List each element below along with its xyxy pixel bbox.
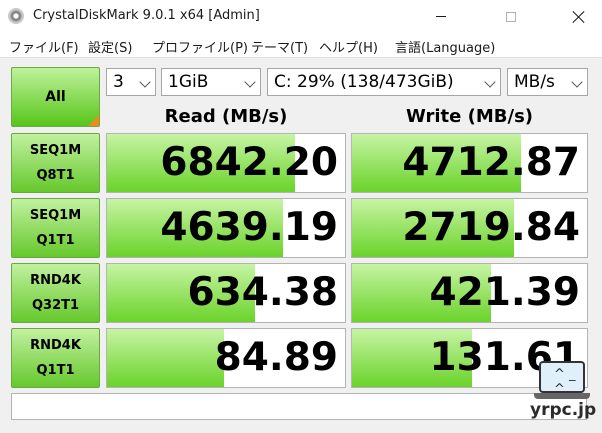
test-label-line1: RND4K bbox=[30, 273, 81, 288]
read-result-seq1m-q1t1: 4639.19 bbox=[106, 198, 346, 258]
test-button-rnd4k-q1t1[interactable]: RND4K Q1T1 bbox=[11, 328, 100, 388]
write-value: 2719.84 bbox=[402, 205, 580, 250]
chevron-down-icon bbox=[571, 76, 583, 88]
size-value: 1GiB bbox=[168, 72, 209, 92]
chevron-down-icon bbox=[484, 76, 496, 88]
chevron-down-icon bbox=[244, 76, 256, 88]
read-value: 634.38 bbox=[187, 270, 339, 315]
watermark: ^ _ ^ yrpc.jp bbox=[530, 361, 596, 427]
write-header: Write (MB/s) bbox=[405, 106, 534, 127]
test-button-seq1m-q8t1[interactable]: SEQ1M Q8T1 bbox=[11, 133, 100, 193]
size-select[interactable]: 1GiB bbox=[161, 68, 261, 96]
maximize-button[interactable] bbox=[488, 0, 534, 33]
test-label-line1: SEQ1M bbox=[29, 143, 82, 158]
menu-bar: ファイル(F) 設定(S) プロファイル(P) テーマ(T) ヘルプ(H) 言語… bbox=[0, 33, 602, 57]
all-button-label: All bbox=[45, 89, 66, 105]
read-header: Read (MB/s) bbox=[164, 106, 288, 127]
test-button-seq1m-q1t1[interactable]: SEQ1M Q1T1 bbox=[11, 198, 100, 258]
test-button-rnd4k-q32t1[interactable]: RND4K Q32T1 bbox=[11, 263, 100, 323]
unit-value: MB/s bbox=[514, 72, 555, 92]
menu-theme[interactable]: テーマ(T) bbox=[251, 37, 308, 56]
write-result-rnd4k-q32t1: 421.39 bbox=[351, 263, 588, 323]
watermark-text: yrpc.jp bbox=[530, 400, 597, 420]
title-bar: CrystalDiskMark 9.0.1 x64 [Admin] bbox=[0, 0, 602, 33]
close-icon bbox=[573, 11, 585, 23]
menu-language[interactable]: 言語(Language) bbox=[395, 37, 495, 56]
read-value: 6842.20 bbox=[160, 140, 338, 185]
write-value: 4712.87 bbox=[402, 140, 580, 185]
menu-profile[interactable]: プロファイル(P) bbox=[152, 37, 248, 56]
write-result-seq1m-q1t1: 2719.84 bbox=[351, 198, 588, 258]
all-button[interactable]: All bbox=[11, 67, 100, 127]
test-label-line2: Q1T1 bbox=[36, 363, 75, 378]
test-label-line1: SEQ1M bbox=[29, 208, 82, 223]
laptop-mascot-icon: ^ _ ^ bbox=[539, 361, 585, 397]
window-title: CrystalDiskMark 9.0.1 x64 [Admin] bbox=[33, 8, 260, 23]
comment-field[interactable] bbox=[11, 393, 587, 420]
menu-help[interactable]: ヘルプ(H) bbox=[319, 37, 378, 56]
write-value: 421.39 bbox=[429, 270, 581, 315]
test-label-line2: Q32T1 bbox=[31, 298, 80, 313]
count-value: 3 bbox=[113, 72, 124, 92]
read-result-seq1m-q8t1: 6842.20 bbox=[106, 133, 346, 193]
count-select[interactable]: 3 bbox=[106, 68, 156, 96]
menu-settings[interactable]: 設定(S) bbox=[88, 37, 132, 56]
read-bar bbox=[107, 329, 224, 387]
write-result-seq1m-q8t1: 4712.87 bbox=[351, 133, 588, 193]
corner-marker-icon bbox=[88, 115, 99, 126]
read-value: 4639.19 bbox=[160, 205, 338, 250]
maximize-icon bbox=[506, 11, 516, 22]
test-label-line2: Q1T1 bbox=[36, 233, 75, 248]
drive-select[interactable]: C: 29% (138/473GiB) bbox=[267, 68, 501, 96]
minimize-icon bbox=[436, 16, 446, 17]
disk-icon bbox=[8, 8, 24, 24]
read-result-rnd4k-q32t1: 634.38 bbox=[106, 263, 346, 323]
test-label-line2: Q8T1 bbox=[36, 168, 75, 183]
minimize-button[interactable] bbox=[418, 0, 464, 33]
chevron-down-icon bbox=[139, 76, 151, 88]
close-button[interactable] bbox=[556, 0, 602, 33]
drive-value: C: 29% (138/473GiB) bbox=[274, 72, 454, 92]
test-label-line1: RND4K bbox=[30, 338, 81, 353]
menu-file[interactable]: ファイル(F) bbox=[9, 37, 79, 56]
read-value: 84.89 bbox=[214, 335, 338, 380]
unit-select[interactable]: MB/s bbox=[507, 68, 588, 96]
read-result-rnd4k-q1t1: 84.89 bbox=[106, 328, 346, 388]
